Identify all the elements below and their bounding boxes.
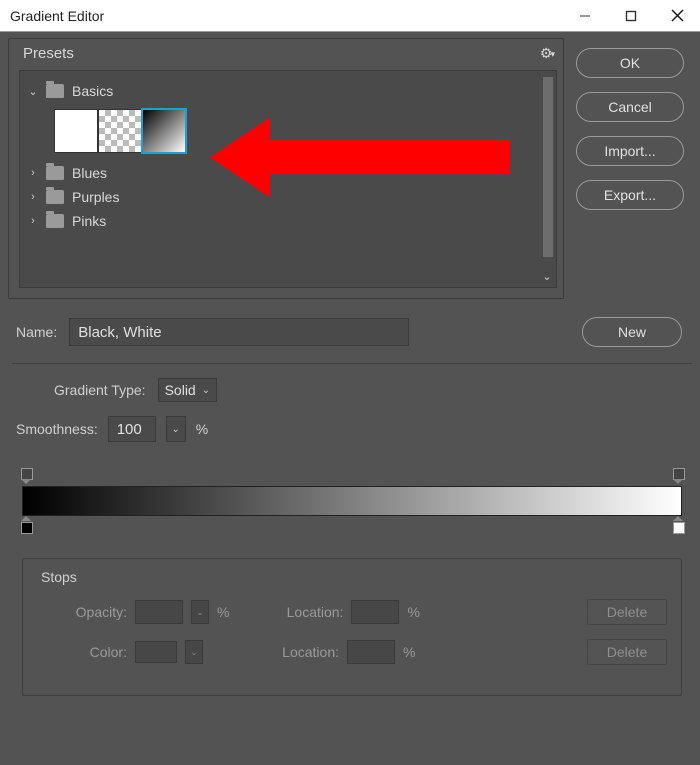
export-button[interactable]: Export... bbox=[576, 180, 684, 210]
location-unit: % bbox=[407, 604, 419, 620]
folder-label: Basics bbox=[72, 83, 113, 99]
name-input[interactable] bbox=[69, 318, 409, 346]
folder-icon bbox=[46, 214, 64, 228]
swatch-foreground-to-background[interactable] bbox=[54, 109, 98, 153]
chevron-right-icon: › bbox=[28, 215, 38, 227]
stops-title: Stops bbox=[41, 569, 667, 585]
smoothness-dropdown[interactable]: ⌄ bbox=[166, 416, 186, 442]
swatch-black-white[interactable] bbox=[142, 109, 186, 153]
gear-icon[interactable]: ⚙▾ bbox=[540, 45, 553, 62]
color-location-input bbox=[347, 640, 395, 664]
gradient-bar[interactable] bbox=[22, 486, 682, 516]
presets-label: Presets bbox=[23, 45, 540, 62]
window-title: Gradient Editor bbox=[10, 8, 562, 24]
color-stop-right[interactable] bbox=[672, 518, 684, 532]
scrollbar-thumb[interactable] bbox=[543, 77, 553, 257]
folder-icon bbox=[46, 84, 64, 98]
folder-pinks[interactable]: › Pinks bbox=[26, 209, 550, 233]
delete-color-stop-button: Delete bbox=[587, 639, 667, 665]
minimize-button[interactable] bbox=[562, 0, 608, 32]
stops-panel: Stops Opacity: ⌄ % Location: % Delete Co… bbox=[22, 558, 682, 696]
swatch-row bbox=[54, 109, 550, 153]
opacity-dropdown: ⌄ bbox=[191, 600, 209, 624]
folder-icon bbox=[46, 166, 64, 180]
swatch-foreground-to-transparent[interactable] bbox=[98, 109, 142, 153]
location-label: Location: bbox=[265, 604, 343, 620]
maximize-button[interactable] bbox=[608, 0, 654, 32]
chevron-down-icon: ⌄ bbox=[202, 385, 210, 396]
folder-label: Blues bbox=[72, 165, 107, 181]
delete-opacity-stop-button: Delete bbox=[587, 599, 667, 625]
chevron-right-icon: › bbox=[28, 191, 38, 203]
opacity-stop-right[interactable] bbox=[672, 468, 684, 482]
folder-basics[interactable]: ⌄ Basics bbox=[26, 79, 550, 103]
opacity-stop-left[interactable] bbox=[20, 468, 32, 482]
location-unit: % bbox=[403, 644, 415, 660]
chevron-down-icon: ⌄ bbox=[28, 85, 38, 98]
smoothness-input[interactable] bbox=[108, 416, 156, 442]
color-dropdown: ⌄ bbox=[185, 640, 203, 664]
opacity-input bbox=[135, 600, 183, 624]
side-buttons: OK Cancel Import... Export... bbox=[576, 38, 696, 299]
gradient-editor-area bbox=[22, 462, 682, 550]
location-label: Location: bbox=[261, 644, 339, 660]
color-label: Color: bbox=[41, 644, 127, 660]
name-label: Name: bbox=[16, 324, 57, 340]
opacity-unit: % bbox=[217, 604, 229, 620]
folder-blues[interactable]: › Blues bbox=[26, 161, 550, 185]
import-button[interactable]: Import... bbox=[576, 136, 684, 166]
new-button[interactable]: New bbox=[582, 317, 682, 347]
smoothness-unit: % bbox=[196, 421, 208, 437]
color-swatch bbox=[135, 641, 177, 663]
dialog-body: Presets ⚙▾ ⌄ ⌄ Basics › bbox=[0, 32, 700, 765]
preset-list: ⌄ ⌄ Basics › Blues › bbox=[19, 70, 557, 288]
close-button[interactable] bbox=[654, 0, 700, 32]
folder-label: Purples bbox=[72, 189, 119, 205]
gradient-type-label: Gradient Type: bbox=[54, 382, 146, 398]
presets-panel: Presets ⚙▾ ⌄ ⌄ Basics › bbox=[8, 38, 564, 299]
smoothness-label: Smoothness: bbox=[16, 421, 98, 437]
folder-icon bbox=[46, 190, 64, 204]
ok-button[interactable]: OK bbox=[576, 48, 684, 78]
cancel-button[interactable]: Cancel bbox=[576, 92, 684, 122]
opacity-location-input bbox=[351, 600, 399, 624]
color-stop-left[interactable] bbox=[20, 518, 32, 532]
folder-label: Pinks bbox=[72, 213, 106, 229]
titlebar: Gradient Editor bbox=[0, 0, 700, 32]
scroll-down-icon[interactable]: ⌄ bbox=[542, 270, 552, 283]
opacity-label: Opacity: bbox=[41, 604, 127, 620]
gradient-type-value: Solid bbox=[165, 382, 196, 398]
gradient-type-select[interactable]: Solid ⌄ bbox=[158, 378, 218, 402]
folder-purples[interactable]: › Purples bbox=[26, 185, 550, 209]
chevron-right-icon: › bbox=[28, 167, 38, 179]
divider bbox=[12, 363, 692, 364]
